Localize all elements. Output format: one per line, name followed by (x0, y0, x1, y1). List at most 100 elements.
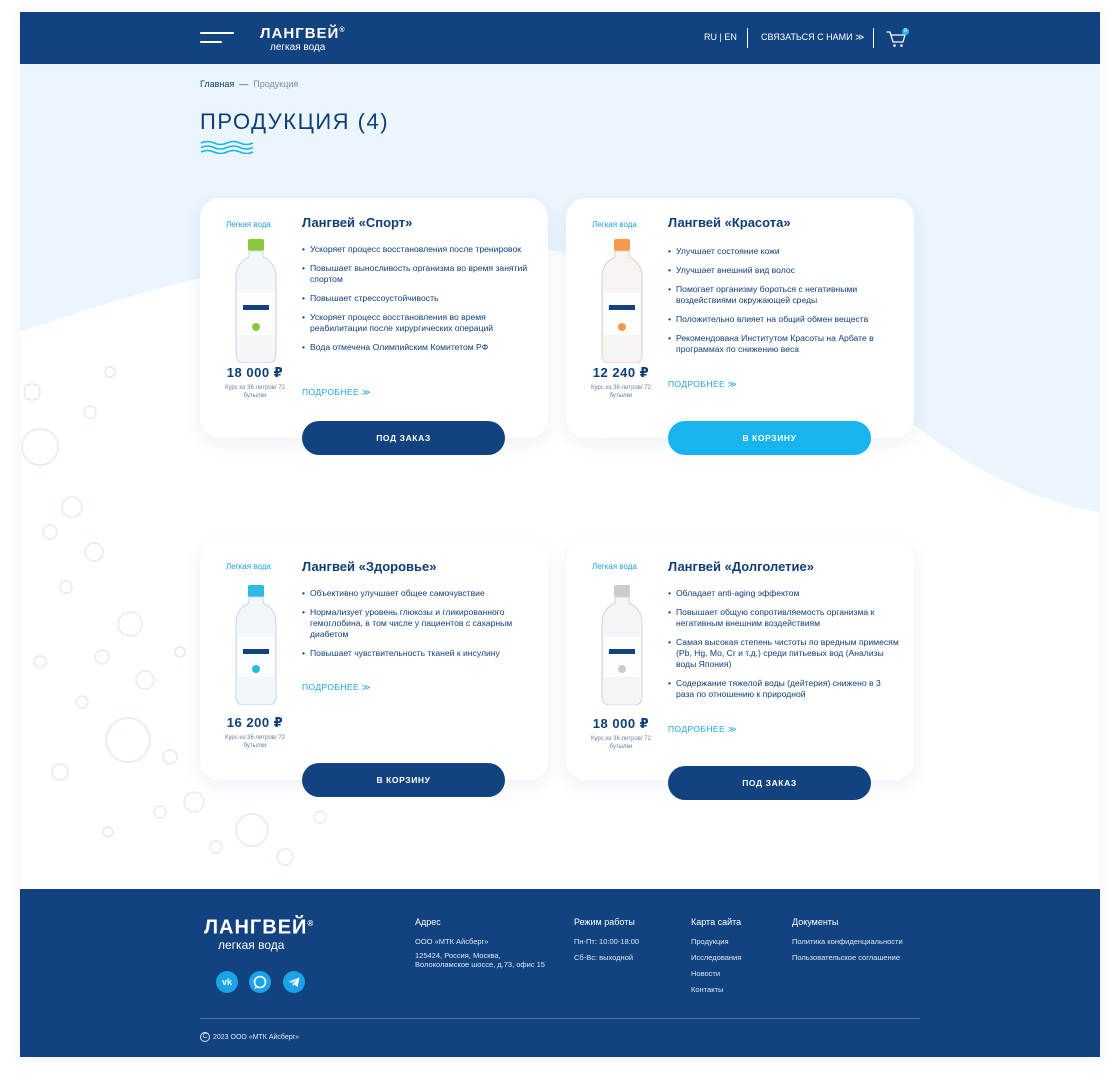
copyright-text: 2023 ООО «МТК Айсберг» (213, 1033, 300, 1041)
sitemap-link-news[interactable]: Новости (691, 969, 781, 978)
cart-button[interactable]: 0 (886, 28, 910, 50)
sitemap-link-contacts[interactable]: Контакты (691, 985, 781, 994)
product-course-note: Курс из 36 литров/ 72 бутылки (590, 736, 651, 750)
site-header: ЛАНГВЕЙ® легкая вода RU | EN СВЯЗАТЬСЯ С… (20, 12, 1100, 64)
feature-item: Повышает общую сопротивляемость организм… (668, 607, 900, 629)
more-link[interactable]: ПОДРОБНЕЕ ≫ (302, 682, 371, 693)
footer-address: Адрес ООО «МТК Айсберг» 125424, Россия, … (415, 917, 545, 970)
product-price: 12 240 ₽ (592, 365, 650, 380)
order-button[interactable]: ПОД ЗАКАЗ (302, 421, 505, 455)
feature-item: Повышает чувствительность тканей к инсул… (302, 648, 534, 659)
feature-item: Содержание тяжелой воды (дейтерия) сниже… (668, 678, 900, 700)
page-frame: ЛАНГВЕЙ® легкая вода RU | EN СВЯЗАТЬСЯ С… (20, 12, 1100, 1057)
page-title: ПРОДУКЦИЯ (4) (200, 109, 390, 134)
whatsapp-icon[interactable] (249, 971, 271, 993)
user-agreement-link[interactable]: Пользовательское соглашение (792, 953, 932, 962)
header-divider (747, 28, 748, 48)
feature-item: Нормализует уровень глюкозы и гликирован… (302, 607, 534, 640)
sitemap-heading: Карта сайта (691, 917, 742, 927)
documents-heading: Документы (792, 917, 839, 927)
logo-registered-mark: ® (307, 919, 315, 928)
header-divider (873, 28, 874, 48)
product-card: Легкая вода 16 200 ₽ Курс из 36 литров/ … (200, 540, 548, 797)
cart-count-badge: 0 (902, 28, 909, 35)
breadcrumb-dash: — (239, 79, 249, 89)
feature-item: Вода отмечена Олимпийским Комитетом РФ (302, 342, 534, 353)
menu-burger-icon[interactable] (200, 30, 236, 46)
hours-weekend: Сб-Вс: выходной (574, 952, 634, 962)
lang-ru-link[interactable]: RU (704, 32, 717, 42)
product-features: Объективно улучшает общее самочувствие Н… (302, 588, 534, 667)
vk-icon[interactable]: vk (216, 971, 238, 993)
product-price: 16 200 ₽ (226, 715, 284, 730)
copyright: C 2023 ООО «МТК Айсберг» (200, 1032, 299, 1042)
breadcrumb: Главная — Продукция (200, 79, 298, 89)
feature-item: Улучшает состояние кожи (668, 246, 900, 257)
feature-item: Обладает anti-aging эффектом (668, 588, 900, 599)
add-to-cart-button[interactable]: В КОРЗИНУ (668, 421, 871, 455)
footer-divider (200, 1018, 920, 1019)
product-features: Ускоряет процесс восстановления после тр… (302, 244, 534, 361)
bottle-image[interactable] (600, 239, 644, 363)
address-heading: Адрес (415, 917, 441, 927)
product-title[interactable]: Лангвей «Красота» (668, 215, 791, 230)
feature-item: Повышает стрессоустойчивость (302, 293, 534, 304)
bottle-image[interactable] (234, 239, 278, 363)
privacy-policy-link[interactable]: Политика конфиденциальности (792, 937, 932, 946)
feature-item: Объективно улучшает общее самочувствие (302, 588, 534, 599)
product-title[interactable]: Лангвей «Долголетие» (668, 559, 814, 574)
product-brand: Легкая вода (592, 562, 637, 571)
hours-heading: Режим работы (574, 917, 635, 927)
product-features: Обладает anti-aging эффектом Повышает об… (668, 588, 900, 708)
logo-subtitle: легкая вода (270, 42, 326, 53)
bottle-image[interactable] (234, 581, 278, 705)
sitemap-link-products[interactable]: Продукция (691, 937, 781, 946)
copyright-icon: C (200, 1032, 210, 1042)
feature-item: Положительно влияет на общий обмен вещес… (668, 314, 900, 325)
product-course-note: Курс из 36 литров/ 72 бутылки (224, 735, 285, 749)
footer-sitemap: Карта сайта Продукция Исследования Новос… (691, 917, 781, 1001)
feature-item: Рекомендована Институтом Красоты на Арба… (668, 333, 900, 355)
order-button[interactable]: ПОД ЗАКАЗ (668, 766, 871, 800)
language-switcher: RU | EN (704, 32, 737, 42)
logo-registered-mark: ® (339, 27, 346, 34)
add-to-cart-button[interactable]: В КОРЗИНУ (302, 763, 505, 797)
lang-en-link[interactable]: EN (724, 32, 737, 42)
more-link[interactable]: ПОДРОБНЕЕ ≫ (668, 724, 737, 735)
telegram-icon[interactable] (283, 971, 305, 993)
lang-separator: | (719, 32, 722, 42)
feature-item: Улучшает внешний вид волос (668, 265, 900, 276)
sitemap-link-research[interactable]: Исследования (691, 953, 781, 962)
product-title[interactable]: Лангвей «Спорт» (302, 215, 412, 230)
product-brand: Легкая вода (592, 220, 637, 229)
product-brand: Легкая вода (226, 220, 271, 229)
footer-hours: Режим работы Пн-Пт: 10:00-18:00 Сб-Вс: в… (574, 917, 674, 962)
address-company: ООО «МТК Айсберг» (415, 937, 489, 946)
product-card: Легкая вода 18 000 ₽ Курс из 36 литров/ … (200, 198, 548, 455)
breadcrumb-current: Продукция (253, 79, 299, 89)
hours-weekdays: Пн-Пт: 10:00-18:00 (574, 937, 640, 946)
product-price: 18 000 ₽ (592, 716, 650, 731)
product-price: 18 000 ₽ (226, 365, 284, 380)
contact-us-link[interactable]: СВЯЗАТЬСЯ С НАМИ ≫ (761, 32, 865, 43)
address-text: 125424, Россия, Москва, Волоколамское шо… (415, 950, 545, 970)
logo-subtitle: легкая вода (218, 937, 285, 952)
more-link[interactable]: ПОДРОБНЕЕ ≫ (668, 379, 737, 390)
more-link[interactable]: ПОДРОБНЕЕ ≫ (302, 387, 371, 398)
feature-item: Помогает организму бороться с негативным… (668, 284, 900, 306)
feature-item: Ускоряет процесс восстановления после тр… (302, 244, 534, 255)
breadcrumb-home[interactable]: Главная (200, 79, 234, 89)
product-course-note: Курс из 36 литров/ 72 бутылки (224, 385, 285, 399)
title-waves-icon (200, 140, 254, 154)
product-title[interactable]: Лангвей «Здоровье» (302, 559, 437, 574)
feature-item: Ускоряет процесс восстановления во время… (302, 312, 534, 334)
site-footer: ЛАНГВЕЙ® легкая вода vk Адрес ООО «МТК А… (20, 889, 1100, 1057)
product-course-note: Курс из 36 литров/ 72 бутылки (590, 385, 651, 399)
footer-logo[interactable]: ЛАНГВЕЙ® легкая вода (204, 913, 314, 952)
feature-item: Повышает выносливость организма во время… (302, 263, 534, 285)
product-features: Улучшает состояние кожи Улучшает внешний… (668, 246, 900, 363)
product-card: Легкая вода 12 240 ₽ Курс из 36 литров/ … (566, 198, 914, 455)
header-logo[interactable]: ЛАНГВЕЙ® легкая вода (260, 23, 346, 54)
product-card: Легкая вода 18 000 ₽ Курс из 36 литров/ … (566, 540, 914, 800)
bottle-image[interactable] (600, 581, 644, 705)
